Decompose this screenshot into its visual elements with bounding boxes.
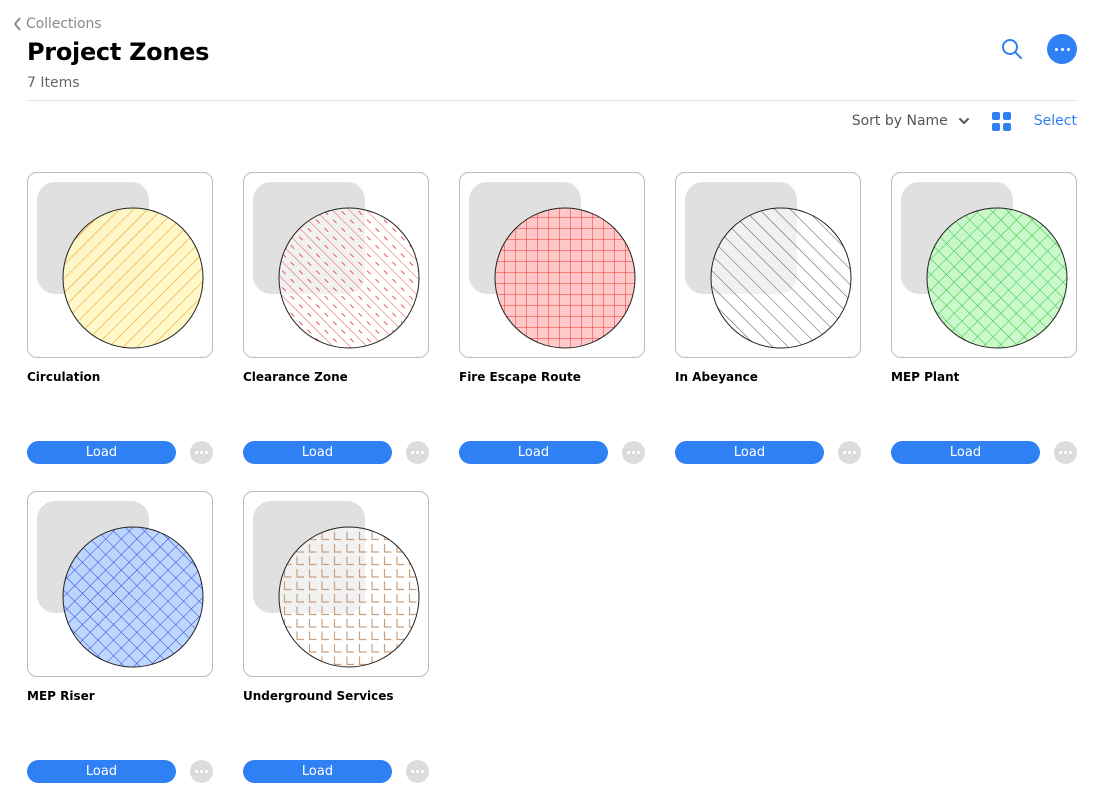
grid-icon-cell (991, 111, 1000, 120)
item-count: 7 Items (27, 75, 80, 91)
toolbar: Sort by Name Select (852, 110, 1077, 132)
more-dot (421, 770, 424, 773)
chevron-left-icon (13, 17, 21, 31)
back-link-collections[interactable]: Collections (12, 14, 102, 34)
more-dot (1066, 47, 1070, 51)
more-dot (843, 451, 846, 454)
zone-card: Clearance Zone Load (243, 172, 429, 464)
zone-name: Underground Services (243, 689, 394, 703)
zone-thumbnail[interactable] (243, 172, 429, 358)
zone-more-button[interactable] (622, 441, 645, 464)
more-dot (637, 451, 640, 454)
zone-swatch-icon (469, 182, 636, 349)
more-dot (627, 451, 630, 454)
more-dot (421, 451, 424, 454)
zone-more-button[interactable] (1054, 441, 1077, 464)
zone-name: Fire Escape Route (459, 370, 581, 384)
zone-thumbnail[interactable] (27, 172, 213, 358)
more-dot (848, 451, 851, 454)
search-button[interactable] (999, 36, 1025, 62)
more-dot (1059, 451, 1062, 454)
load-button[interactable]: Load (459, 441, 608, 464)
back-label: Collections (26, 16, 102, 32)
select-button[interactable]: Select (1034, 113, 1077, 129)
load-button[interactable]: Load (243, 760, 392, 783)
zone-more-button[interactable] (190, 760, 213, 783)
more-dot (195, 451, 198, 454)
sort-label: Sort by Name (851, 113, 948, 129)
more-dot (853, 451, 856, 454)
zone-swatch-icon (37, 501, 204, 668)
chevron-down-icon (958, 117, 970, 125)
grid-view-toggle[interactable] (991, 111, 1011, 131)
more-dot (411, 770, 414, 773)
page-title: Project Zones (27, 38, 210, 66)
sort-dropdown[interactable]: Sort by Name (852, 113, 970, 129)
zone-more-button[interactable] (406, 441, 429, 464)
load-button[interactable]: Load (27, 760, 176, 783)
zone-thumbnail[interactable] (243, 491, 429, 677)
load-button[interactable]: Load (891, 441, 1040, 464)
more-dot (200, 770, 203, 773)
more-dot (416, 451, 419, 454)
more-dot (205, 451, 208, 454)
more-dot (411, 451, 414, 454)
zone-card: In Abeyance Load (675, 172, 861, 464)
load-button[interactable]: Load (243, 441, 392, 464)
header-divider (27, 100, 1077, 101)
more-dot (200, 451, 203, 454)
zone-swatch-icon (37, 182, 204, 349)
more-dot (632, 451, 635, 454)
zone-name: Clearance Zone (243, 370, 348, 384)
zone-name: In Abeyance (675, 370, 758, 384)
more-options-button[interactable] (1047, 34, 1077, 64)
more-dot (1060, 47, 1064, 51)
zone-thumbnail[interactable] (27, 491, 213, 677)
more-dot (1064, 451, 1067, 454)
zone-swatch-icon (253, 501, 420, 668)
grid-icon-cell (1002, 111, 1011, 120)
more-dot (416, 770, 419, 773)
zone-card: MEP Riser Load (27, 491, 213, 783)
more-dot (1054, 47, 1058, 51)
zone-name: MEP Riser (27, 689, 95, 703)
zone-name: Circulation (27, 370, 101, 384)
zone-swatch-icon (901, 182, 1068, 349)
zone-card: Underground Services Load (243, 491, 429, 783)
zone-more-button[interactable] (190, 441, 213, 464)
grid-icon-cell (991, 122, 1000, 131)
more-dot (195, 770, 198, 773)
more-dot (205, 770, 208, 773)
zone-swatch-icon (685, 182, 852, 349)
load-button[interactable]: Load (27, 441, 176, 464)
search-icon (1002, 39, 1022, 59)
zone-thumbnail[interactable] (459, 172, 645, 358)
more-dot (1069, 451, 1072, 454)
grid-icon-cell (1002, 122, 1011, 131)
zone-thumbnail[interactable] (675, 172, 861, 358)
load-button[interactable]: Load (675, 441, 824, 464)
zone-thumbnail[interactable] (891, 172, 1077, 358)
zone-card: Circulation Load (27, 172, 213, 464)
zone-more-button[interactable] (838, 441, 861, 464)
zone-more-button[interactable] (406, 760, 429, 783)
zone-swatch-icon (253, 182, 420, 349)
zone-card: Fire Escape Route Load (459, 172, 645, 464)
zone-card: MEP Plant Load (891, 172, 1077, 464)
zone-name: MEP Plant (891, 370, 960, 384)
